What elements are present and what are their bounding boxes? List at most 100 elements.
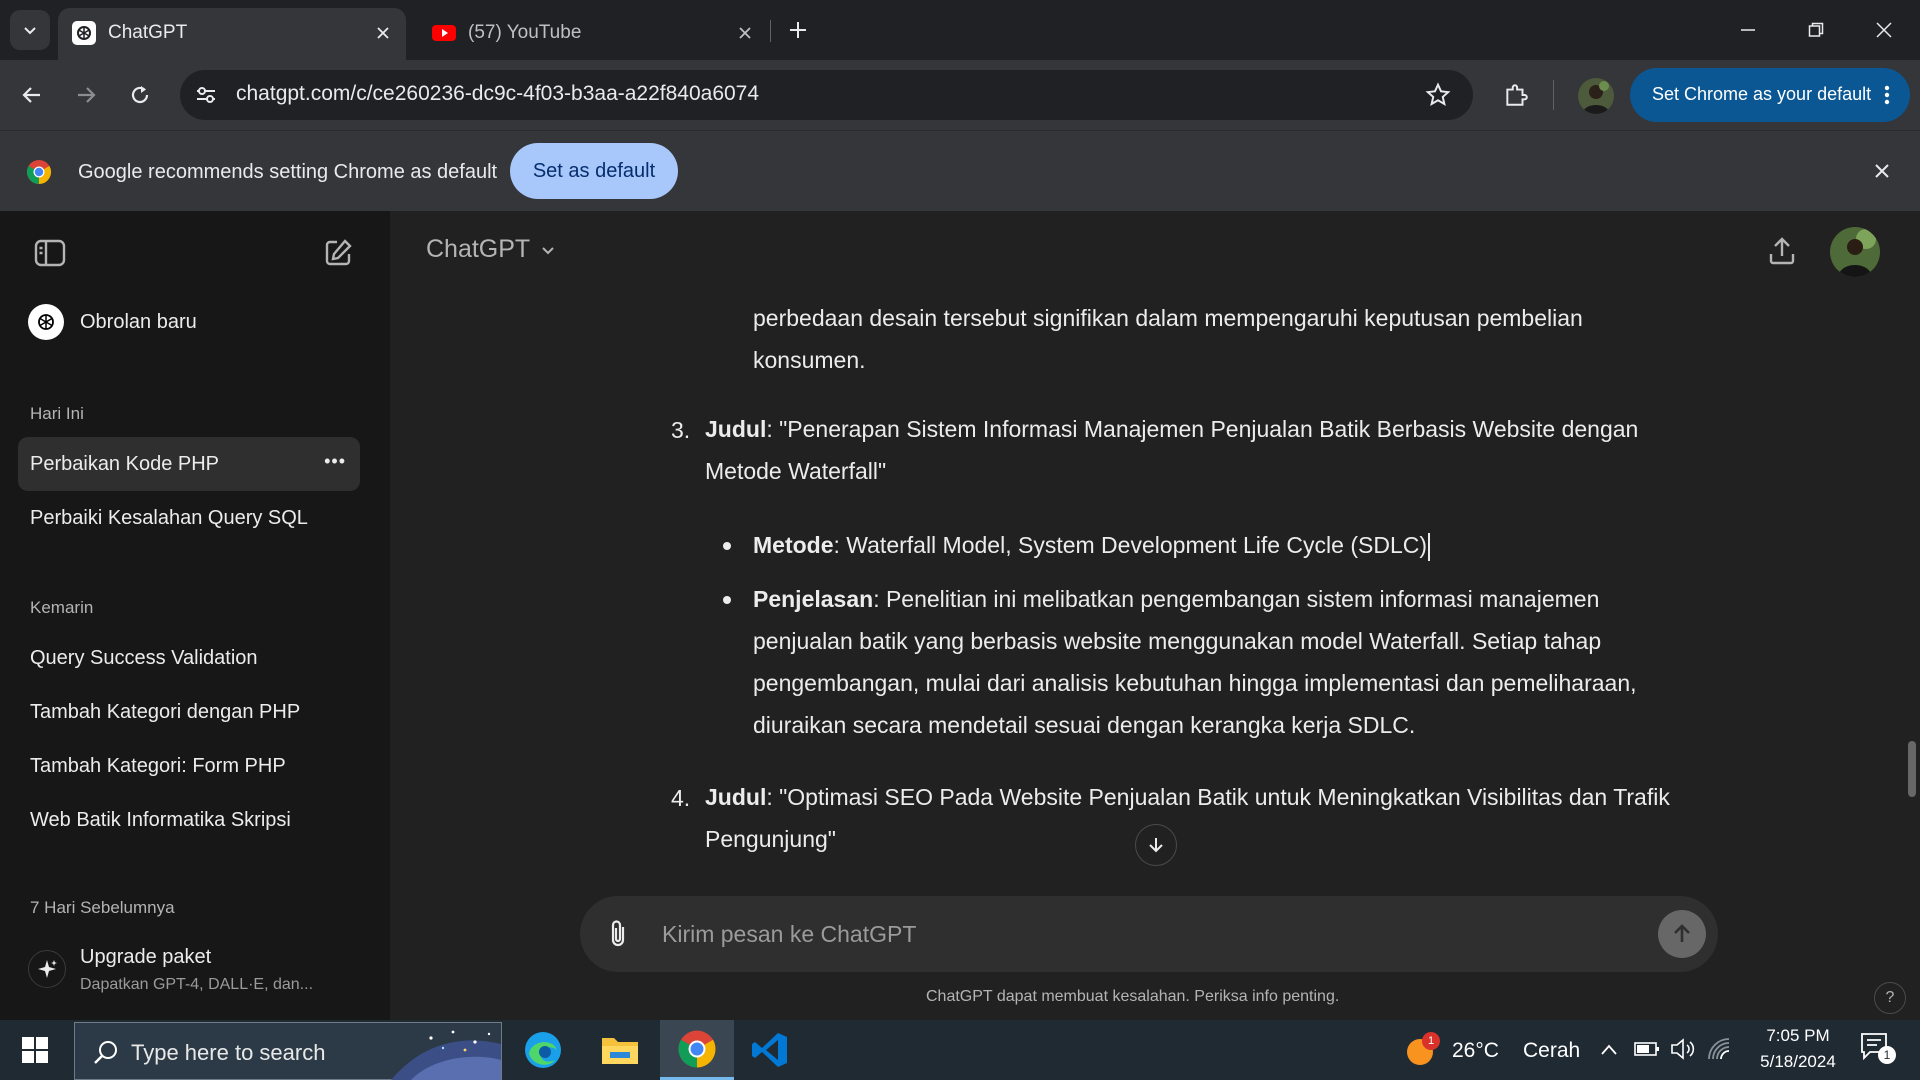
restore-button[interactable] (1782, 0, 1850, 60)
edit-icon (325, 239, 352, 266)
text-line: pengembangan, mulai dari analisis kebutu… (753, 670, 1637, 696)
user-avatar[interactable] (1830, 227, 1880, 277)
scroll-to-bottom-button[interactable] (1135, 824, 1177, 866)
sidebar-item-web-batik[interactable]: Web Batik Informatika Skripsi (18, 793, 360, 847)
chat-sidebar: Obrolan baru Hari Ini Perbaikan Kode PHP… (0, 211, 390, 1020)
close-tab-button[interactable] (370, 20, 396, 46)
scrollbar-thumb[interactable] (1908, 741, 1916, 797)
text-line: diuraikan secara mendetail sesuai dengan… (753, 712, 1416, 738)
close-icon (1876, 22, 1892, 38)
battery-icon[interactable] (1634, 1040, 1660, 1058)
new-chat-button[interactable]: Obrolan baru (18, 295, 360, 349)
tab-search-button[interactable] (10, 10, 50, 50)
text-cursor (1428, 532, 1431, 561)
weather-temp: 26°C (1452, 1039, 1499, 1062)
infobar-close-button[interactable] (1868, 157, 1896, 185)
toolbar-separator (1553, 80, 1554, 110)
address-bar[interactable]: chatgpt.com/c/ce260236-dc9c-4f03-b3aa-a2… (180, 70, 1473, 120)
notification-center-button[interactable]: 1 (1860, 1032, 1900, 1068)
arrow-down-icon (1149, 838, 1163, 853)
list-item-4: Judul: "Optimasi SEO Pada Website Penjua… (705, 776, 1835, 860)
youtube-icon (432, 25, 456, 41)
chevron-up-icon[interactable] (1600, 1042, 1618, 1056)
sidebar-item-label: Tambah Kategori: Form PHP (30, 755, 286, 777)
upgrade-plan-button[interactable]: Upgrade paket Dapatkan GPT-4, DALL·E, da… (18, 934, 360, 1004)
sidebar-item-perbaikan-kode-php[interactable]: Perbaikan Kode PHP ••• (18, 437, 360, 491)
sidebar-item-label: Perbaikan Kode PHP (30, 453, 220, 475)
text-line: penjualan batik yang berbasis website me… (753, 628, 1602, 654)
close-icon (377, 27, 389, 39)
bullet-dot (723, 542, 731, 550)
bookmark-button[interactable] (1425, 82, 1451, 108)
bullet-label: Metode (753, 532, 834, 558)
back-button[interactable] (12, 75, 52, 115)
wifi-icon[interactable] (1706, 1037, 1732, 1061)
text-line: perbedaan desain tersebut signifikan dal… (753, 305, 1583, 331)
tab-title: (57) YouTube (468, 22, 582, 43)
weather-badge: 1 (1422, 1032, 1440, 1050)
sidebar-item-label: Perbaiki Kesalahan Query SQL (30, 507, 308, 529)
section-label-yesterday: Kemarin (30, 598, 94, 617)
message-composer[interactable]: Kirim pesan ke ChatGPT (580, 896, 1718, 972)
bullet-dot (723, 596, 731, 604)
sparkle-icon (38, 960, 57, 978)
taskbar-chrome[interactable] (660, 1020, 734, 1080)
text-line: : Penelitian ini melibatkan pengembangan… (873, 586, 1600, 612)
model-name: ChatGPT (426, 235, 531, 263)
taskbar-search[interactable]: Type here to search (74, 1022, 502, 1080)
taskbar-vscode[interactable] (734, 1020, 806, 1080)
model-selector[interactable]: ChatGPT (426, 235, 556, 264)
minimize-button[interactable] (1714, 0, 1782, 60)
tab-youtube[interactable]: (57) YouTube (418, 8, 768, 60)
share-icon (1769, 237, 1795, 265)
text-line: : "Optimasi SEO Pada Website Penjualan B… (766, 784, 1670, 810)
new-chat-icon-button[interactable] (318, 233, 358, 273)
start-button[interactable] (0, 1020, 70, 1080)
section-label-today: Hari Ini (30, 404, 84, 423)
reload-icon (131, 86, 149, 104)
new-tab-button[interactable] (780, 12, 816, 48)
search-highlight-image (391, 1030, 501, 1080)
sidebar-item-query-success-validation[interactable]: Query Success Validation (18, 631, 360, 685)
list-item-3: Judul: "Penerapan Sistem Informasi Manaj… (705, 408, 1805, 492)
plus-icon (790, 22, 806, 38)
bullet-penjelasan: Penjelasan: Penelitian ini melibatkan pe… (753, 578, 1853, 746)
sidebar-item-label: Web Batik Informatika Skripsi (30, 809, 291, 831)
arrow-up-icon (1674, 924, 1690, 942)
item-label: Judul (705, 784, 767, 810)
share-button[interactable] (1762, 231, 1802, 271)
weather-widget[interactable]: 1 (1404, 1032, 1440, 1068)
reload-button[interactable] (120, 75, 160, 115)
help-button[interactable]: ? (1874, 982, 1906, 1014)
close-window-button[interactable] (1850, 0, 1918, 60)
arrow-right-icon (78, 87, 96, 103)
taskbar-file-explorer[interactable] (584, 1020, 656, 1080)
list-number: 3. (671, 417, 691, 443)
set-chrome-default-button[interactable]: Set Chrome as your default (1630, 68, 1910, 122)
clock-date[interactable]: 5/18/2024 (1738, 1052, 1858, 1072)
sidebar-item-tambah-kategori-form[interactable]: Tambah Kategori: Form PHP (18, 739, 360, 793)
volume-icon[interactable] (1670, 1037, 1696, 1061)
sidebar-item-perbaiki-kesalahan-query-sql[interactable]: Perbaiki Kesalahan Query SQL (18, 491, 360, 545)
extensions-button[interactable] (1496, 75, 1536, 115)
clock-time[interactable]: 7:05 PM (1738, 1026, 1858, 1046)
more-options-icon[interactable]: ••• (324, 451, 346, 472)
set-as-default-button[interactable]: Set as default (510, 143, 678, 199)
send-button[interactable] (1658, 910, 1706, 958)
more-vertical-icon (1884, 85, 1890, 105)
tab-chatgpt[interactable]: ChatGPT (58, 8, 406, 60)
taskbar-edge[interactable] (507, 1020, 579, 1080)
profile-avatar[interactable] (1578, 78, 1614, 114)
puzzle-icon (1506, 84, 1528, 106)
windows-taskbar: Type here to search 1 26°C Cerah 7:05 PM… (0, 1020, 1920, 1080)
chevron-down-icon (24, 27, 36, 35)
close-tab-button[interactable] (732, 20, 758, 46)
forward-button[interactable] (66, 75, 106, 115)
url-text: chatgpt.com/c/ce260236-dc9c-4f03-b3aa-a2… (236, 82, 760, 105)
disclaimer: ChatGPT dapat membuat kesalahan. Periksa… (926, 988, 1340, 1005)
tab-title: ChatGPT (108, 22, 188, 43)
attach-button[interactable] (602, 918, 634, 950)
chat-main: ChatGPT perbedaan desain tersebut signif… (390, 211, 1920, 1020)
toggle-sidebar-button[interactable] (30, 233, 70, 273)
sidebar-item-tambah-kategori-php[interactable]: Tambah Kategori dengan PHP (18, 685, 360, 739)
